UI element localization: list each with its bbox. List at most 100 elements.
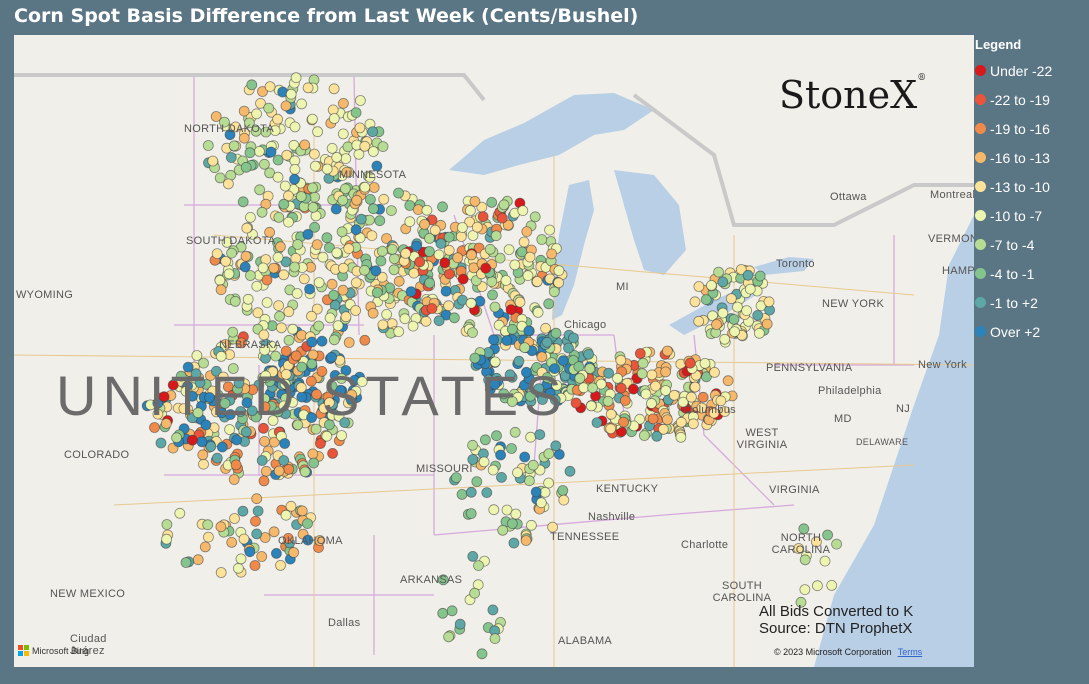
bid-point[interactable]: [534, 429, 546, 441]
bid-point[interactable]: [496, 471, 507, 483]
bid-point[interactable]: [350, 224, 362, 236]
bid-point[interactable]: [719, 333, 731, 345]
bid-point[interactable]: [312, 126, 324, 138]
bid-point[interactable]: [407, 320, 419, 332]
bid-point[interactable]: [251, 280, 263, 292]
bid-point[interactable]: [505, 304, 517, 316]
bid-point[interactable]: [265, 146, 277, 158]
bid-point[interactable]: [256, 551, 268, 562]
bid-point[interactable]: [543, 298, 555, 310]
bid-point[interactable]: [215, 350, 227, 362]
bid-point[interactable]: [455, 231, 467, 242]
bid-point[interactable]: [487, 604, 499, 616]
bid-point[interactable]: [270, 548, 282, 559]
bid-point[interactable]: [241, 222, 253, 234]
bid-point[interactable]: [272, 251, 284, 263]
bid-point[interactable]: [524, 251, 536, 263]
bid-point[interactable]: [278, 455, 290, 466]
bid-point[interactable]: [437, 607, 449, 619]
bid-point[interactable]: [240, 250, 252, 262]
bid-point[interactable]: [426, 303, 438, 314]
bid-point[interactable]: [420, 315, 432, 327]
bid-point[interactable]: [343, 337, 355, 348]
bid-point[interactable]: [467, 551, 479, 562]
bid-point[interactable]: [275, 322, 287, 334]
bid-point[interactable]: [317, 251, 329, 263]
bid-point[interactable]: [500, 275, 512, 286]
bid-point[interactable]: [291, 288, 303, 299]
bid-point[interactable]: [161, 533, 173, 545]
bid-point[interactable]: [433, 315, 445, 327]
bid-point[interactable]: [268, 262, 280, 274]
bid-point[interactable]: [359, 334, 371, 346]
legend-item[interactable]: -1 to +2: [975, 288, 1052, 317]
bid-point[interactable]: [490, 230, 502, 242]
bid-point[interactable]: [308, 457, 320, 469]
bid-point[interactable]: [240, 161, 252, 173]
bid-point[interactable]: [336, 226, 348, 238]
bid-point[interactable]: [480, 262, 492, 274]
bid-point[interactable]: [239, 261, 251, 273]
bid-point[interactable]: [509, 259, 521, 271]
bid-point[interactable]: [634, 348, 646, 359]
bid-point[interactable]: [637, 357, 649, 369]
bid-point[interactable]: [381, 308, 393, 320]
bid-point[interactable]: [424, 277, 436, 289]
bid-point[interactable]: [506, 443, 517, 454]
bid-point[interactable]: [307, 349, 319, 361]
bid-point[interactable]: [311, 239, 323, 251]
bid-point[interactable]: [316, 335, 328, 347]
bid-point[interactable]: [744, 283, 756, 295]
bid-point[interactable]: [308, 148, 320, 160]
bid-point[interactable]: [443, 300, 455, 312]
bid-point[interactable]: [522, 270, 534, 282]
bid-point[interactable]: [304, 283, 316, 295]
bid-point[interactable]: [252, 505, 264, 517]
bid-point[interactable]: [484, 243, 496, 255]
bid-point[interactable]: [419, 218, 430, 230]
bid-point[interactable]: [225, 152, 237, 163]
bid-point[interactable]: [564, 465, 576, 477]
bid-point[interactable]: [605, 423, 617, 435]
bid-point[interactable]: [471, 476, 483, 488]
bid-point[interactable]: [503, 244, 515, 256]
bid-point[interactable]: [717, 307, 729, 319]
bid-point[interactable]: [532, 306, 544, 318]
bid-point[interactable]: [399, 313, 411, 325]
bid-point[interactable]: [258, 475, 270, 487]
bid-point[interactable]: [202, 531, 214, 543]
bid-point[interactable]: [488, 504, 500, 516]
bid-point[interactable]: [583, 348, 594, 360]
bid-point[interactable]: [283, 463, 295, 475]
bid-point[interactable]: [327, 447, 339, 459]
bid-point[interactable]: [328, 113, 340, 124]
bid-point[interactable]: [520, 535, 532, 546]
bid-point[interactable]: [487, 464, 499, 476]
bid-point[interactable]: [273, 300, 285, 312]
bid-point[interactable]: [603, 367, 614, 379]
bid-point[interactable]: [411, 240, 422, 252]
bid-point[interactable]: [741, 305, 752, 317]
bid-point[interactable]: [647, 413, 659, 425]
bid-point[interactable]: [523, 325, 535, 337]
bid-point[interactable]: [302, 228, 314, 240]
bid-point[interactable]: [443, 231, 455, 243]
bid-point[interactable]: [509, 426, 521, 438]
bid-point[interactable]: [535, 497, 547, 509]
bid-point[interactable]: [289, 163, 301, 175]
bid-point[interactable]: [550, 327, 562, 339]
bid-point[interactable]: [548, 286, 560, 298]
bid-point[interactable]: [249, 560, 261, 571]
bid-point[interactable]: [285, 500, 297, 512]
bid-point[interactable]: [202, 519, 214, 531]
bid-point[interactable]: [496, 212, 508, 224]
bid-point[interactable]: [295, 191, 307, 202]
bid-point[interactable]: [229, 513, 240, 524]
bid-point[interactable]: [489, 301, 501, 313]
bid-point[interactable]: [650, 380, 661, 392]
bid-point[interactable]: [605, 408, 617, 420]
bid-point[interactable]: [328, 334, 340, 346]
bid-point[interactable]: [423, 246, 435, 257]
bid-point[interactable]: [274, 310, 285, 322]
bid-point[interactable]: [540, 322, 551, 334]
